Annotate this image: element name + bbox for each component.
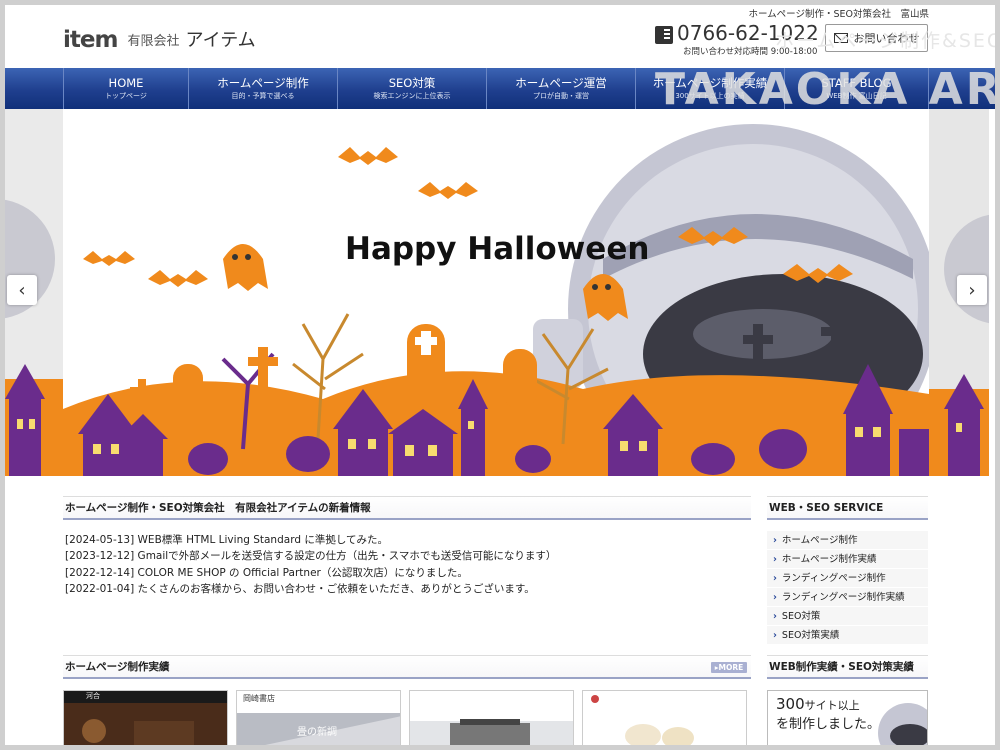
contact-button[interactable]: お問い合わせ [825,24,928,52]
logo-company-type: 有限会社 [127,34,180,49]
more-button[interactable]: ▸MORE [711,662,747,673]
results-banner[interactable]: 300サイト以上 を制作しました。 [767,690,928,745]
service-link[interactable]: ランディングページ制作実績 [767,588,928,607]
nav-label: STAFF BLOG [821,76,892,90]
nav-sublabel: トップページ [105,92,147,100]
news-item[interactable]: [2023-12-12] Gmailで外部メールを送受信する設定の仕方（出先・ス… [65,548,751,564]
nav-label: HOME [108,76,144,90]
site-logo[interactable]: item 有限会社 アイテム [63,22,256,52]
works-heading: ホームページ制作実績 ▸MORE [63,655,751,679]
phone-icon [655,26,673,44]
nav-sublabel: 目的・予算で選べる [231,92,295,100]
work-title: 河合 [86,692,100,700]
news-item[interactable]: [2022-12-14] COLOR ME SHOP の Official Pa… [65,565,751,581]
results-number: 300 [776,695,805,713]
service-link[interactable]: ランディングページ制作 [767,569,928,588]
phone-number[interactable]: 0766-62-1022 [677,21,819,45]
nav-label: ホームページ制作 [217,76,309,90]
contact-button-label: お問い合わせ [853,32,920,45]
header-tagline: ホームページ制作・SEO対策会社 富山県 [748,9,929,20]
news-list: [2024-05-13] WEB標準 HTML Living Standard … [63,532,751,597]
results-suffix: サイト以上 [804,699,860,712]
nav-item-home[interactable]: HOME トップページ [63,68,188,109]
browser-page: ホームページ制作・SEO対策会社 富山県 item 有限会社 アイテム 0766… [5,5,995,745]
nav-label: ホームページ制作実績 [652,76,768,90]
news-section: ホームページ制作・SEO対策会社 有限会社アイテムの新着情報 [2024-05-… [63,496,751,597]
global-nav: HOME トップページ ホームページ制作 目的・予算で選べる SEO対策 検索エ… [5,68,995,109]
halloween-banner[interactable]: Happy Halloween [63,109,929,476]
news-item[interactable]: [2022-01-04] たくさんのお客様から、お問い合わせ・ご依頼をいただき、… [65,581,751,597]
work-thumbnail[interactable]: 岡崎書店 畳の新調 [236,690,401,745]
slider-prev-button[interactable]: ‹ [7,275,37,305]
banner-title: Happy Halloween [345,231,649,267]
results-sidebar: WEB制作実績・SEO対策実績 300サイト以上 を制作しました。 [767,655,928,745]
nav-label: ホームページ運営 [515,76,607,90]
service-list: ホームページ制作 ホームページ制作実績 ランディングページ制作 ランディングペー… [767,531,928,645]
service-link[interactable]: ホームページ制作 [767,531,928,550]
slider-next-button[interactable]: › [957,275,987,305]
nav-item-staff-blog[interactable]: STAFF BLOG WEB制作 富山日記 [784,68,929,109]
nav-sublabel: 検索エンジンに上位表示 [373,92,451,100]
work-title: 岡崎書店 [243,694,275,703]
contact-hours: お問い合わせ対応時間 9:00-18:00 [683,47,818,57]
more-label: MORE [718,663,744,672]
work-caption: 畳の新調 [297,727,337,738]
nav-label: SEO対策 [388,76,436,90]
logo-mark: item [63,27,118,53]
chevron-right-icon: › [968,279,976,301]
news-item[interactable]: [2024-05-13] WEB標準 HTML Living Standard … [65,532,751,548]
work-thumbnail[interactable]: 河合 [63,690,228,745]
service-sidebar: WEB・SEO SERVICE ホームページ制作 ホームページ制作実績 ランディ… [767,496,928,645]
service-link[interactable]: ホームページ制作実績 [767,550,928,569]
chevron-left-icon: ‹ [18,279,26,301]
nav-sublabel: プロが自動・運営 [533,92,589,100]
nav-item-seo[interactable]: SEO対策 検索エンジンに上位表示 [337,68,486,109]
nav-item-web-operation[interactable]: ホームページ運営 プロが自動・運営 [486,68,635,109]
nav-item-works[interactable]: ホームページ制作実績 300サイト以上の実績 [635,68,784,109]
logo-company-name: アイテム [185,30,256,51]
service-link[interactable]: SEO対策実績 [767,626,928,645]
service-link[interactable]: SEO対策 [767,607,928,626]
nav-item-web-production[interactable]: ホームページ制作 目的・予算で選べる [188,68,337,109]
results-count: 300サイト以上 [776,695,860,715]
works-section: ホームページ制作実績 ▸MORE 河合 岡崎書店 畳の新調 [63,655,751,745]
work-thumbnail[interactable] [409,690,574,745]
results-heading: WEB制作実績・SEO対策実績 [767,655,928,679]
hero-slider: Happy Halloween ‹ › [5,109,995,476]
nav-sublabel: 300サイト以上の実績 [675,92,745,100]
work-thumbnail[interactable] [582,690,747,745]
works-heading-text: ホームページ制作実績 [65,661,170,673]
results-line2: を制作しました。 [776,717,881,732]
nav-sublabel: WEB制作 富山日記 [826,92,887,100]
works-thumbnails: 河合 岡崎書店 畳の新調 [63,690,751,745]
mail-icon [833,33,848,43]
news-heading: ホームページ制作・SEO対策会社 有限会社アイテムの新着情報 [63,496,751,520]
service-heading: WEB・SEO SERVICE [767,496,928,520]
